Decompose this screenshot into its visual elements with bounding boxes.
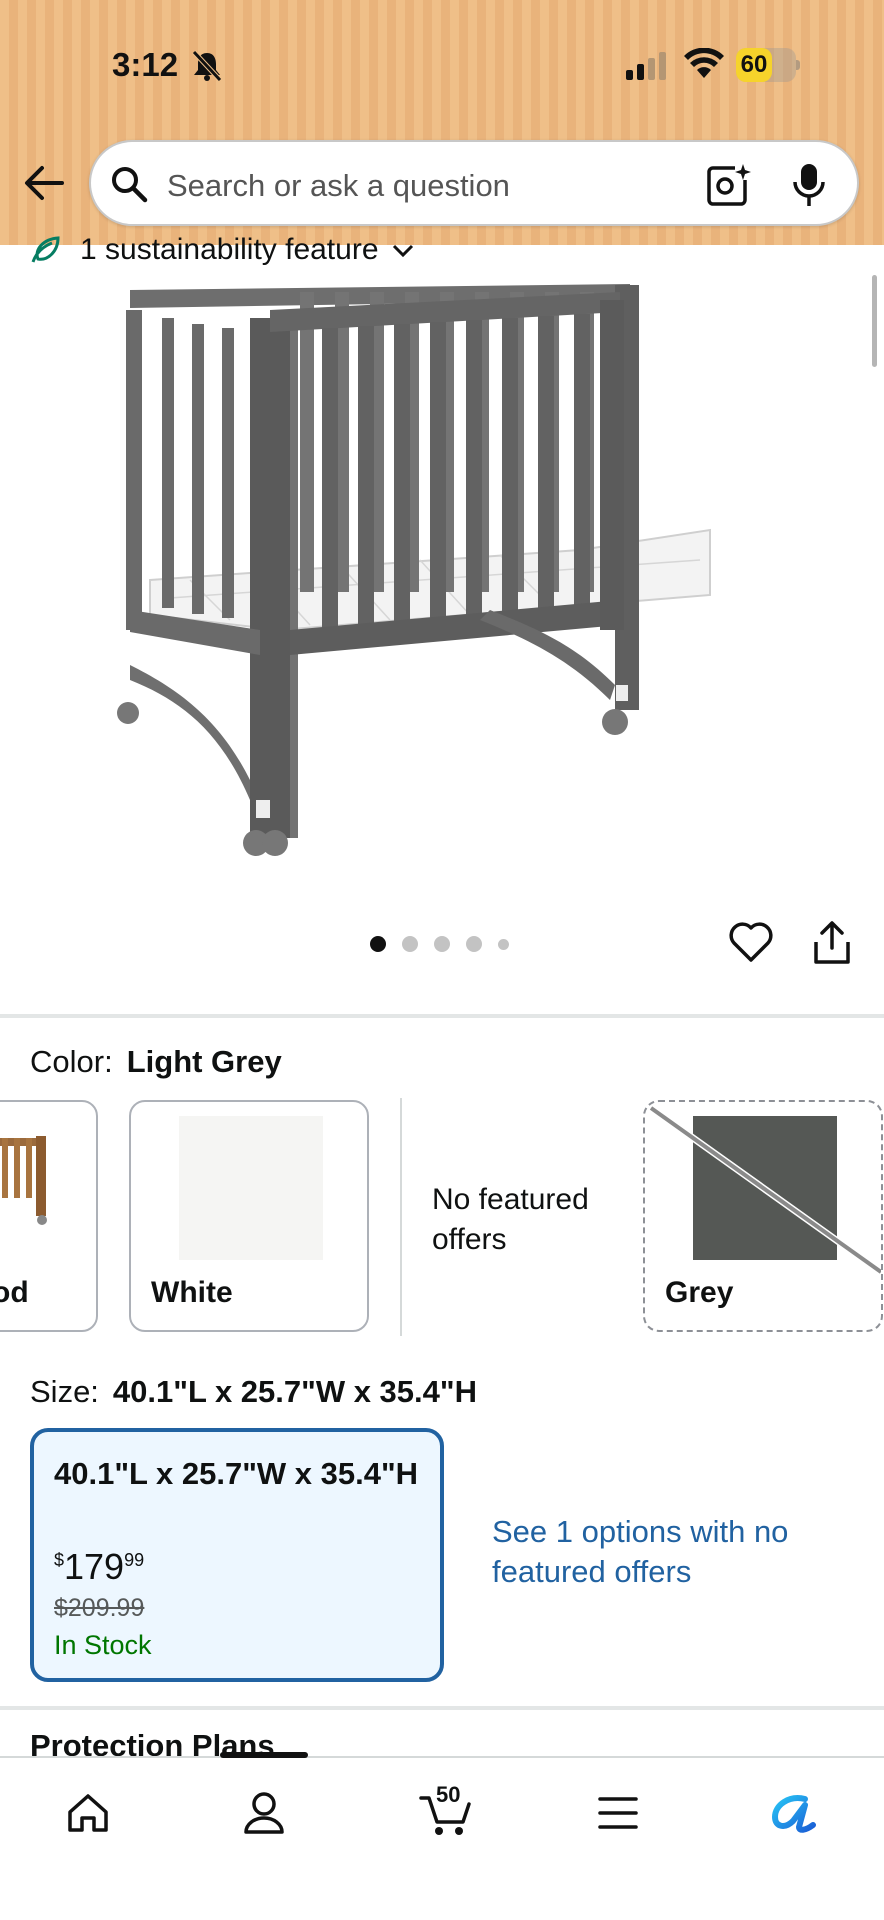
size-selected-value: 40.1"L x 25.7"W x 35.4"H [112, 1374, 477, 1409]
back-arrow-icon[interactable] [22, 163, 66, 203]
color-swatch-wood[interactable]: od [0, 1100, 98, 1332]
size-selection-label: Size: 40.1"L x 25.7"W x 35.4"H [30, 1374, 477, 1410]
scrollbar[interactable] [872, 275, 877, 367]
sustainability-label: 1 sustainability feature [80, 233, 379, 266]
nav-menu[interactable] [578, 1778, 658, 1848]
leaf-icon [31, 236, 60, 263]
sustainability-link[interactable]: 1 sustainability feature [30, 230, 417, 270]
battery-indicator: 60 [736, 48, 800, 82]
size-option-name: 40.1"L x 25.7"W x 35.4"H [54, 1456, 419, 1491]
stock-status: In Stock [54, 1630, 152, 1660]
size-option-card-selected[interactable]: 40.1"L x 25.7"W x 35.4"H $17999 $209.99 … [30, 1428, 444, 1682]
bell-muted-icon [192, 50, 222, 82]
home-icon [68, 1794, 108, 1832]
account-icon [244, 1792, 284, 1834]
swatch-label: od [0, 1276, 29, 1309]
price-fraction: 99 [124, 1550, 145, 1570]
chevron-down-icon [392, 244, 413, 258]
section-divider [0, 1706, 884, 1710]
color-selected-value: Light Grey [126, 1044, 282, 1079]
swatch-divider [400, 1098, 402, 1336]
pagination-dot[interactable] [466, 936, 482, 952]
search-bar[interactable]: Search or ask a question [89, 140, 859, 226]
nav-rufus[interactable] [754, 1778, 834, 1848]
pagination-dot[interactable] [402, 936, 418, 952]
wood-crib-thumbnail [0, 1136, 47, 1225]
status-time: 3:12 [112, 46, 179, 83]
pagination-dot[interactable] [370, 936, 386, 952]
image-pagination[interactable] [370, 936, 509, 952]
wifi-icon [684, 48, 724, 78]
pagination-dot[interactable] [498, 938, 509, 950]
section-divider [0, 1014, 884, 1018]
app-header: 3:12 60 Search or ask a question [0, 0, 884, 245]
nav-home[interactable] [48, 1778, 128, 1848]
rufus-icon [772, 1795, 816, 1833]
size-label: Size: [30, 1374, 99, 1409]
color-label: Color: [30, 1044, 113, 1079]
bottom-navigation: 50 [0, 1752, 884, 1920]
color-selection-label: Color: Light Grey [30, 1044, 282, 1080]
price-whole: 179 [64, 1546, 125, 1587]
pagination-dot[interactable] [434, 936, 450, 952]
microphone-icon[interactable] [791, 162, 827, 208]
swatch-label: Grey [665, 1276, 734, 1309]
white-crib-thumbnail [179, 1116, 323, 1260]
heart-icon[interactable] [728, 920, 774, 964]
product-image[interactable] [110, 280, 770, 880]
share-icon[interactable] [812, 920, 852, 966]
search-input[interactable]: Search or ask a question [167, 168, 510, 204]
nav-cart[interactable]: 50 [406, 1778, 486, 1848]
color-swatch-grey-unavailable[interactable]: Grey [643, 1100, 883, 1332]
price-currency: $ [54, 1550, 65, 1570]
search-icon [112, 167, 148, 203]
price: $17999 [54, 1546, 144, 1588]
menu-icon [598, 1797, 638, 1829]
color-swatch-white[interactable]: White [129, 1100, 369, 1332]
swatch-label: White [151, 1276, 233, 1309]
home-indicator-bar [220, 1752, 308, 1758]
cart-count-badge: 50 [436, 1782, 461, 1807]
nav-account[interactable] [224, 1778, 304, 1848]
no-featured-offers-text: No featured offers [432, 1183, 589, 1256]
see-options-link[interactable]: See 1 options with no featured offers [492, 1512, 822, 1592]
camera-lens-icon[interactable] [705, 162, 751, 208]
cellular-signal-icon [626, 52, 666, 80]
battery-level: 60 [736, 48, 772, 82]
list-price: $209.99 [54, 1594, 145, 1622]
